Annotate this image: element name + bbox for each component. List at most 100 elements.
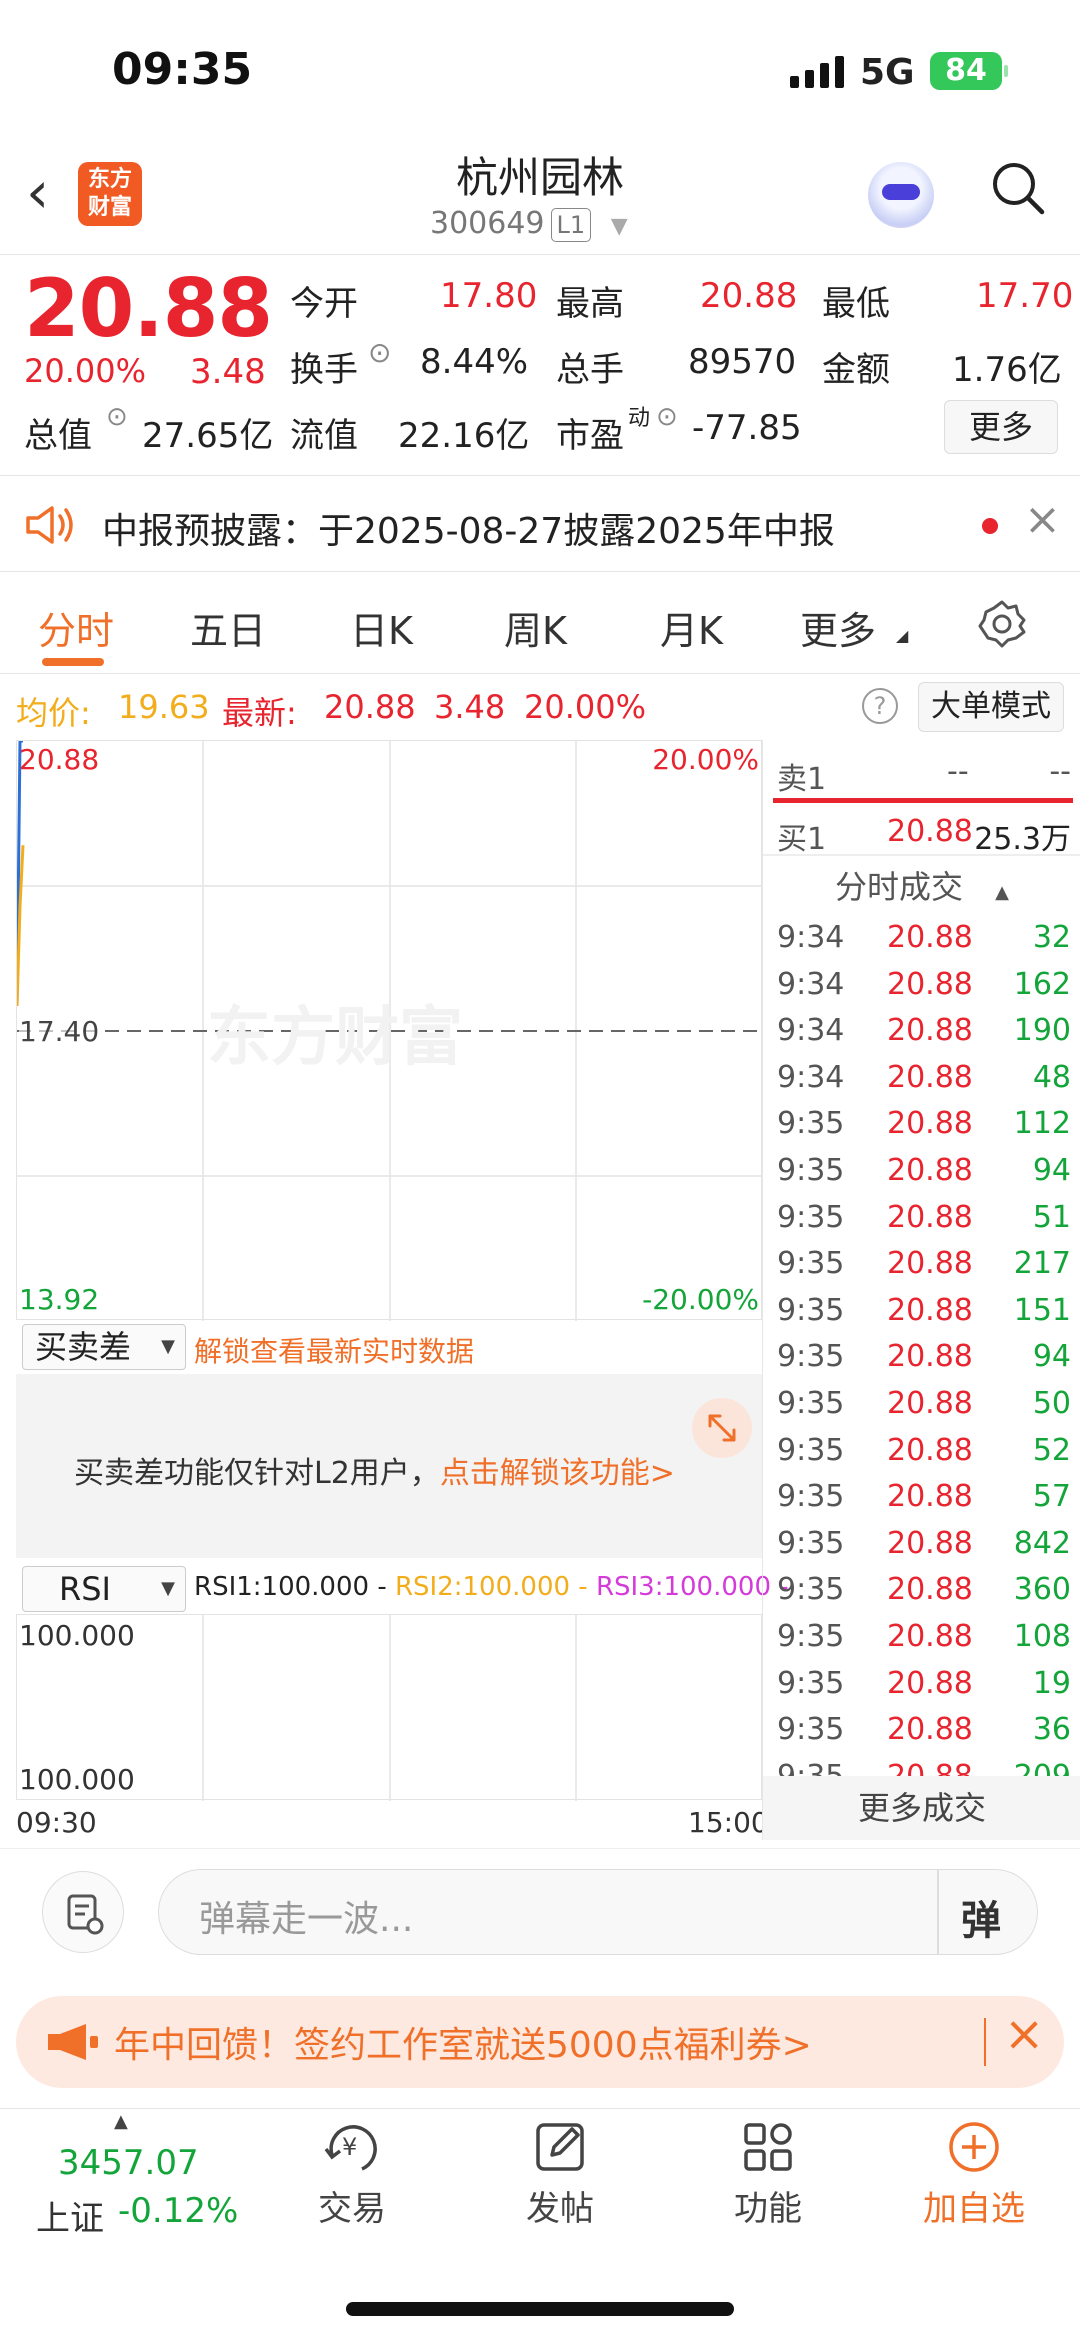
trade-row: 9:35 20.88 108 [777, 1619, 1071, 1654]
tab-intraday[interactable]: 分时 [38, 600, 114, 655]
close-icon[interactable]: × [1004, 2006, 1044, 2062]
unread-dot [982, 518, 998, 534]
pe-superscript: 动 [628, 406, 651, 431]
danmaku-send-button[interactable]: 弹 [961, 1888, 1001, 1946]
trade-volume: 360 [1013, 1572, 1071, 1608]
l2-unlock-link[interactable]: 点击解锁该功能> [440, 1456, 675, 1491]
y-mid-label: 17.40 [19, 1015, 100, 1048]
caret-up-icon: ▲ [114, 2111, 128, 2132]
trade-price: 20.88 [887, 1665, 973, 1701]
tab-monthly-k[interactable]: 月K [660, 600, 723, 655]
tab-weekly-k[interactable]: 周K [504, 600, 567, 655]
nav-functions[interactable]: 功能 [688, 2119, 848, 2230]
stock-header: ‹ 东方 财富 杭州园林 300649 L1 ▼ [0, 140, 1080, 255]
danmaku-input-wrap: 弹幕走一波... 弹 [158, 1869, 1038, 1955]
trade-volume: 217 [1013, 1246, 1071, 1282]
tab-daily-k[interactable]: 日K [350, 600, 413, 655]
svg-text:¥: ¥ [342, 2133, 357, 2161]
trade-price: 20.88 [887, 1292, 973, 1328]
spread-divider [773, 798, 1073, 803]
index-value[interactable]: 3457.07 [58, 2143, 199, 2183]
trade-time: 9:35 [777, 1479, 845, 1515]
trade-time: 9:35 [777, 1572, 845, 1608]
mktcap-label: 总值 [24, 416, 92, 456]
rsi-bottom-label: 100.000 [19, 1763, 135, 1796]
trade-time: 9:35 [777, 1525, 845, 1561]
nav-functions-label: 功能 [734, 2189, 802, 2229]
rsi-chart[interactable]: 100.000 100.000 [16, 1614, 762, 1801]
avg-value: 19.63 [118, 688, 210, 726]
promo-banner[interactable]: 年中回馈！签约工作室就送5000点福利券> × [16, 1996, 1064, 2088]
active-tab-indicator [42, 658, 104, 666]
trades-header-label: 分时成交 [834, 868, 963, 906]
tab-five-day[interactable]: 五日 [190, 600, 266, 655]
indicator-select[interactable]: 买卖差 ▼ [22, 1324, 186, 1370]
trade-price: 20.88 [887, 1572, 973, 1608]
divider [937, 1870, 939, 1954]
chart-watermark: 东方财富 [207, 1001, 463, 1073]
trade-volume: 52 [1032, 1432, 1071, 1468]
tab-more[interactable]: 更多 [800, 600, 876, 655]
x-end-label: 15:00 [688, 1806, 769, 1839]
trade-time: 9:35 [777, 1246, 845, 1282]
rsi-select[interactable]: RSI ▼ [22, 1566, 186, 1612]
stock-code: 300649 [430, 206, 545, 241]
gear-icon[interactable] [976, 598, 1028, 650]
trade-time: 9:35 [777, 1665, 845, 1701]
index-name[interactable]: 上证 [36, 2191, 104, 2240]
trade-volume: 32 [1032, 920, 1071, 955]
trade-row: 9:35 20.88 217 [777, 1246, 1071, 1281]
notice-bar[interactable]: 中报预披露：于2025-08-27披露2025年中报 × [0, 478, 1080, 572]
trade-time: 9:34 [777, 1013, 845, 1049]
low-value: 17.70 [976, 276, 1074, 316]
nav-add-watchlist[interactable]: 加自选 [894, 2119, 1054, 2230]
info-dots-icon[interactable]: ⊙ [368, 336, 391, 369]
help-icon[interactable]: ? [862, 688, 898, 724]
open-value: 17.80 [440, 276, 538, 316]
dropdown-icon: ▼ [161, 1336, 175, 1357]
danmaku-input[interactable]: 弹幕走一波... [199, 1890, 413, 1942]
yuan-exchange-icon: ¥ [324, 2125, 377, 2171]
index-change[interactable]: -0.12% [118, 2191, 238, 2231]
dropdown-icon: ▼ [161, 1578, 175, 1599]
l2-panel-text: 买卖差功能仅针对L2用户， [74, 1456, 440, 1491]
caret-up-icon: ▲ [995, 882, 1010, 903]
stock-code-row[interactable]: 300649 L1 ▼ [430, 206, 628, 242]
info-dots-icon[interactable]: ⊙ [106, 402, 128, 432]
big-order-mode-button[interactable]: 大单模式 [918, 682, 1064, 732]
rsi3-value: RSI3:100.000 - [595, 1572, 789, 1602]
high-value: 20.88 [700, 276, 798, 316]
expand-icon[interactable] [692, 1398, 752, 1458]
nav-add-label: 加自选 [923, 2189, 1025, 2229]
trade-row: 9:34 20.88 162 [777, 967, 1071, 1002]
nav-post[interactable]: 发帖 [480, 2119, 640, 2230]
trade-volume: 48 [1032, 1059, 1071, 1095]
divider [763, 854, 1080, 856]
trade-volume: 112 [1013, 1106, 1071, 1142]
mktcap-value: 27.65亿 [142, 416, 274, 456]
megaphone-icon [48, 2024, 98, 2060]
float-value: 22.16亿 [398, 416, 530, 456]
robot-assistant-icon[interactable] [868, 162, 934, 228]
close-icon[interactable]: × [1024, 494, 1061, 545]
sell1-label: 卖1 [777, 762, 827, 797]
trades-header[interactable]: 分时成交 ▲ [763, 862, 1080, 908]
danmaku-settings-icon[interactable] [42, 1871, 124, 1953]
float-label: 流值 [290, 416, 358, 456]
trade-price: 20.88 [887, 1199, 973, 1235]
unlock-realtime-link[interactable]: 解锁查看最新实时数据 [194, 1330, 474, 1370]
speaker-icon [26, 506, 73, 544]
nav-trade[interactable]: ¥ 交易 [272, 2119, 432, 2230]
trade-price: 20.88 [887, 1432, 973, 1468]
trade-row: 9:35 20.88 842 [777, 1526, 1071, 1561]
pct-bottom-label: -20.00% [642, 1283, 759, 1316]
more-trades-button[interactable]: 更多成交 [763, 1776, 1080, 1840]
search-icon[interactable] [990, 160, 1046, 216]
trade-time: 9:35 [777, 1292, 845, 1328]
trade-volume: 162 [1013, 966, 1071, 1002]
more-quote-button[interactable]: 更多 [944, 400, 1058, 454]
info-dots-icon[interactable]: ⊙ [656, 402, 678, 432]
edit-icon [536, 2123, 584, 2171]
intraday-chart[interactable]: 东方财富 20.88 17.40 13.92 20.00% -20.00% [15, 739, 763, 1321]
trade-volume: 108 [1013, 1619, 1071, 1654]
